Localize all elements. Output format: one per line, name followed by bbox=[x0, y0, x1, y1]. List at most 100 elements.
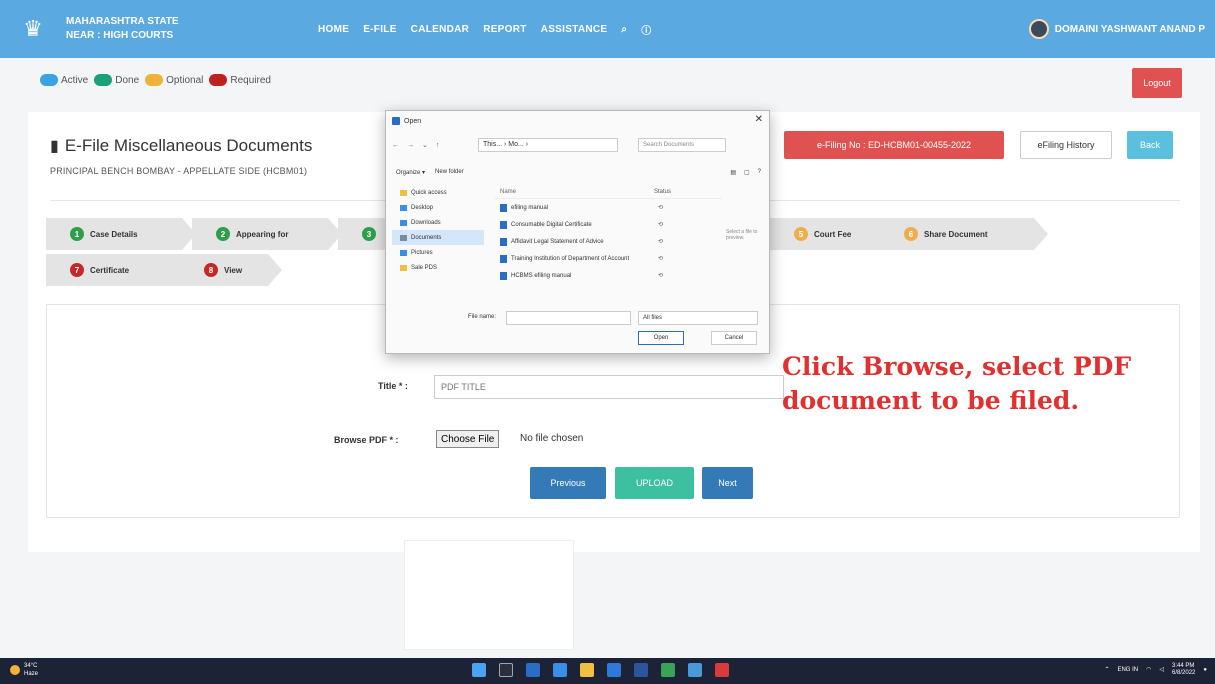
chevron-up-icon[interactable]: ⌃ bbox=[1104, 667, 1109, 674]
word-file-icon bbox=[500, 203, 507, 212]
close-icon[interactable]: ✕ bbox=[755, 114, 763, 125]
logout-button[interactable]: Logout bbox=[1132, 68, 1182, 98]
forward-arrow-icon[interactable]: → bbox=[407, 142, 414, 149]
efiling-history-button[interactable]: eFiling History bbox=[1020, 131, 1112, 159]
list-item[interactable]: efiling manual ⟲ bbox=[494, 199, 722, 216]
book-icon: ▮ bbox=[50, 138, 59, 155]
nav-documents[interactable]: Documents bbox=[392, 230, 484, 245]
preview-pane-icon[interactable]: ▢ bbox=[744, 169, 750, 176]
nav-quick-access[interactable]: Quick access bbox=[392, 185, 484, 200]
nav-downloads[interactable]: Downloads bbox=[392, 215, 484, 230]
previous-button[interactable]: Previous bbox=[530, 467, 606, 499]
weather-widget[interactable]: 34°C Haze bbox=[10, 662, 38, 678]
file-type-select[interactable]: All files bbox=[638, 311, 758, 325]
brand[interactable]: MAHARASHTRA STATE NEAR : HIGH COURTS bbox=[66, 15, 179, 43]
dialog-search-input[interactable]: Search Documents bbox=[638, 138, 726, 152]
user-menu[interactable]: DOMAINI YASHWANT ANAND P bbox=[1028, 0, 1205, 58]
step-number: 1 bbox=[70, 227, 84, 241]
file-list: Name Status efiling manual ⟲ Consumable D… bbox=[494, 185, 722, 313]
sync-icon: ⟲ bbox=[658, 256, 664, 262]
cancel-button[interactable]: Cancel bbox=[711, 331, 757, 345]
sync-icon: ⟲ bbox=[658, 273, 664, 279]
user-name: DOMAINI YASHWANT ANAND P bbox=[1054, 23, 1205, 35]
step-label: Share Document bbox=[924, 229, 988, 239]
filename-input[interactable] bbox=[506, 311, 631, 325]
nav-item-label: Pictures bbox=[411, 249, 433, 256]
step-label: Court Fee bbox=[814, 229, 852, 239]
efiling-number-badge[interactable]: e-Filing No : ED-HCBM01-00455-2022 bbox=[784, 131, 1004, 159]
nav-report[interactable]: REPORT bbox=[483, 24, 526, 35]
task-view-icon[interactable] bbox=[526, 663, 540, 677]
organize-menu[interactable]: Organize ▾ bbox=[396, 169, 425, 176]
tray-lang[interactable]: ENG IN bbox=[1117, 667, 1138, 674]
address-bar[interactable]: This... › Mo... › bbox=[478, 138, 618, 152]
next-button[interactable]: Next bbox=[702, 467, 753, 499]
search-icon[interactable] bbox=[499, 663, 513, 677]
file-list-header: Name Status bbox=[494, 185, 722, 199]
nav-sale-pds[interactable]: Sale PDS bbox=[392, 260, 484, 275]
view-options-icon[interactable]: ▤ bbox=[730, 169, 736, 176]
nav-desktop[interactable]: Desktop bbox=[392, 200, 484, 215]
dialog-nav-pane: Quick access Desktop Downloads Documents… bbox=[392, 185, 484, 313]
chat-icon[interactable] bbox=[553, 663, 567, 677]
chevron-down-icon[interactable]: ⌄ bbox=[422, 141, 428, 149]
store-icon[interactable] bbox=[688, 663, 702, 677]
acrobat-icon[interactable] bbox=[715, 663, 729, 677]
help-icon[interactable]: ? bbox=[758, 169, 761, 176]
filename-label: File name: bbox=[468, 314, 497, 320]
step-share-document[interactable]: 6 Share Document bbox=[880, 218, 1048, 250]
step-number: 3 bbox=[362, 227, 376, 241]
legend-required-swatch bbox=[209, 74, 228, 86]
column-name[interactable]: Name bbox=[494, 189, 654, 195]
up-arrow-icon[interactable]: ↑ bbox=[436, 142, 440, 149]
upload-button[interactable]: UPLOAD bbox=[615, 467, 694, 499]
word-icon[interactable] bbox=[634, 663, 648, 677]
word-file-icon bbox=[500, 220, 507, 229]
pdf-title-input[interactable] bbox=[434, 375, 784, 399]
weather-desc: Haze bbox=[24, 671, 39, 677]
back-arrow-icon[interactable]: ← bbox=[392, 142, 399, 149]
taskbar-apps bbox=[472, 663, 729, 677]
list-item[interactable]: Affidavit Legal Statement of Advice ⟲ bbox=[494, 233, 722, 250]
chrome-icon[interactable] bbox=[661, 663, 675, 677]
column-status[interactable]: Status bbox=[654, 189, 694, 195]
list-item[interactable]: Training Institution of Department of Ac… bbox=[494, 250, 722, 267]
help-icon[interactable]: ⓘ bbox=[641, 22, 651, 37]
search-icon[interactable]: ⌕ bbox=[621, 24, 627, 35]
step-number: 2 bbox=[216, 227, 230, 241]
step-court-fee[interactable]: 5 Court Fee bbox=[770, 218, 895, 250]
start-icon[interactable] bbox=[472, 663, 486, 677]
step-certificate[interactable]: 7 Certificate bbox=[46, 254, 196, 286]
file-name: Training Institution of Department of Ac… bbox=[511, 255, 630, 262]
wifi-icon[interactable]: ◠ bbox=[1146, 667, 1151, 674]
new-folder-button[interactable]: New folder bbox=[435, 169, 464, 175]
nav-calendar[interactable]: CALENDAR bbox=[411, 24, 470, 35]
avatar bbox=[1028, 19, 1049, 39]
dialog-titlebar: Open bbox=[386, 111, 769, 131]
notification-icon[interactable]: ● bbox=[1203, 667, 1207, 674]
legend-optional-label: Optional bbox=[166, 74, 204, 86]
nav-assistance[interactable]: ASSISTANCE bbox=[541, 24, 608, 35]
nav-home[interactable]: HOME bbox=[318, 24, 349, 35]
volume-icon[interactable]: ◁ bbox=[1159, 667, 1164, 674]
file-name: Consumable Digital Certificate bbox=[511, 221, 592, 228]
bench-subtitle: PRINCIPAL BENCH BOMBAY - APPELLATE SIDE … bbox=[50, 166, 308, 176]
list-item[interactable]: Consumable Digital Certificate ⟲ bbox=[494, 216, 722, 233]
open-button[interactable]: Open bbox=[638, 331, 684, 345]
choose-file-button[interactable]: Choose File bbox=[436, 430, 500, 448]
edge-icon[interactable] bbox=[607, 663, 621, 677]
sync-icon: ⟲ bbox=[658, 239, 664, 245]
legend-required-label: Required bbox=[230, 74, 271, 86]
step-number: 5 bbox=[794, 227, 808, 241]
nav-efile[interactable]: E-FILE bbox=[363, 24, 396, 35]
list-item[interactable]: HCBMS efiling manual ⟲ bbox=[494, 267, 722, 284]
file-explorer-icon[interactable] bbox=[580, 663, 594, 677]
step-appearing-for[interactable]: 2 Appearing for bbox=[192, 218, 342, 250]
step-label: Case Details bbox=[90, 229, 138, 239]
step-case-details[interactable]: 1 Case Details bbox=[46, 218, 196, 250]
brand-line-1: MAHARASHTRA STATE bbox=[66, 16, 179, 27]
back-button[interactable]: Back bbox=[1127, 131, 1173, 159]
clock[interactable]: 3:44 PM 6/8/2022 bbox=[1172, 663, 1195, 677]
step-view[interactable]: 8 View bbox=[180, 254, 282, 286]
nav-pictures[interactable]: Pictures bbox=[392, 245, 484, 260]
